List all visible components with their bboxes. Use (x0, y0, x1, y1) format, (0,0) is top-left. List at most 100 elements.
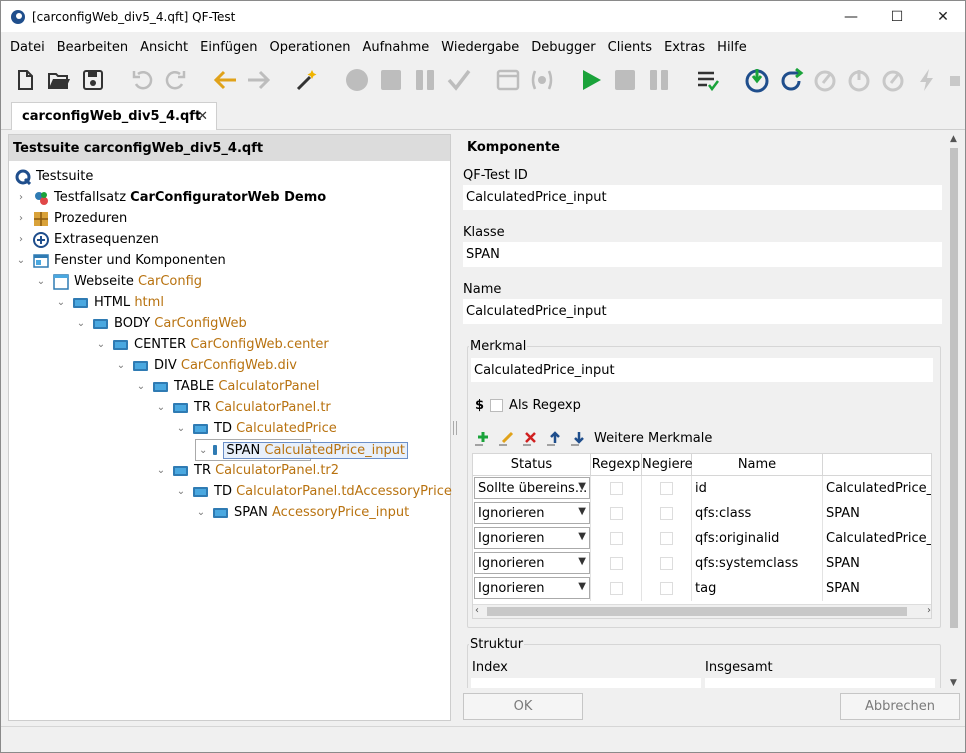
class-field[interactable]: SPAN (463, 242, 942, 267)
negiere-checkbox[interactable] (660, 507, 673, 520)
tree-node-span-selected[interactable]: ⌄ SPAN CalculatedPrice_input (195, 439, 409, 461)
collapse-chevron-icon[interactable]: ⌄ (155, 465, 167, 476)
expand-chevron-icon[interactable]: › (15, 213, 27, 224)
menu-ansicht[interactable]: Ansicht (134, 40, 194, 55)
detail-vertical-scrollbar[interactable]: ▲ ▼ (947, 134, 961, 688)
tree-node-prozeduren[interactable]: › Prozeduren (15, 208, 127, 229)
tree-node-body[interactable]: ⌄ BODY CarConfigWeb (75, 313, 247, 334)
scroll-left-icon[interactable]: ‹ (475, 605, 479, 616)
regex-checkbox[interactable] (490, 399, 504, 412)
col-status[interactable]: Status (473, 454, 591, 476)
tree-node-div[interactable]: ⌄ DIV CarConfigWeb.div (115, 355, 297, 376)
pause-icon[interactable] (646, 67, 672, 93)
negiere-checkbox[interactable] (660, 532, 673, 545)
tree-node-table[interactable]: ⌄ TABLE CalculatorPanel (135, 376, 320, 397)
menu-hilfe[interactable]: Hilfe (711, 40, 753, 55)
pause-record-icon[interactable] (412, 67, 438, 93)
record-icon[interactable] (344, 67, 370, 93)
name-cell[interactable]: qfs:systemclass (692, 551, 823, 576)
name-cell[interactable]: qfs:class (692, 501, 823, 526)
collapse-chevron-icon[interactable]: ⌄ (155, 402, 167, 413)
ok-button[interactable]: OK (463, 693, 583, 720)
forward-arrow-icon[interactable] (246, 67, 272, 93)
scrollbar-thumb[interactable] (487, 607, 907, 616)
tree-node-testfallsatz[interactable]: › Testfallsatz CarConfiguratorWeb Demo (15, 187, 326, 208)
menu-wiedergabe[interactable]: Wiedergabe (435, 40, 525, 55)
value-cell[interactable]: CalculatedPrice_in (823, 476, 931, 501)
scroll-up-icon[interactable]: ▲ (950, 134, 957, 144)
tree-node-td[interactable]: ⌄ TD CalculatedPrice (175, 418, 337, 439)
col-name[interactable]: Name (692, 454, 823, 476)
menu-extras[interactable]: Extras (658, 40, 711, 55)
back-arrow-icon[interactable] (212, 67, 238, 93)
close-button[interactable]: ✕ (920, 1, 966, 32)
step-skip-icon[interactable] (846, 67, 872, 93)
qftest-id-field[interactable]: CalculatedPrice_input (463, 185, 942, 210)
panel-splitter[interactable] (453, 421, 457, 435)
menu-operationen[interactable]: Operationen (264, 40, 357, 55)
tree-node-webseite[interactable]: ⌄ Webseite CarConfig (35, 271, 202, 292)
col-wert[interactable]: W (823, 454, 931, 476)
cancel-button[interactable]: Abbrechen (840, 693, 960, 720)
merkmal-field[interactable]: CalculatedPrice_input (471, 358, 933, 382)
table-row[interactable]: Sollte übereins...▼ id CalculatedPrice_i… (473, 476, 931, 501)
collapse-chevron-icon[interactable]: ⌄ (195, 507, 207, 518)
edit-row-icon[interactable] (498, 430, 516, 446)
regexp-checkbox[interactable] (609, 507, 623, 520)
value-cell[interactable]: SPAN (823, 551, 931, 576)
menu-einfuegen[interactable]: Einfügen (194, 40, 263, 55)
menu-clients[interactable]: Clients (602, 40, 658, 55)
move-up-icon[interactable] (546, 430, 564, 446)
stop-record-icon[interactable] (378, 67, 404, 93)
collapse-chevron-icon[interactable]: ⌄ (199, 445, 207, 456)
lightning-icon[interactable] (914, 67, 940, 93)
negiere-checkbox[interactable] (660, 582, 673, 595)
name-field[interactable]: CalculatedPrice_input (463, 299, 942, 324)
open-folder-icon[interactable] (46, 67, 72, 93)
status-select[interactable]: Sollte übereins... ▼ (474, 477, 590, 499)
collapse-chevron-icon[interactable]: ⌄ (115, 360, 127, 371)
status-select[interactable]: Ignorieren ▼ (474, 577, 590, 599)
add-row-icon[interactable] (474, 430, 492, 446)
debug-list-icon[interactable] (695, 67, 721, 93)
regexp-checkbox[interactable] (609, 582, 623, 595)
regexp-checkbox[interactable] (609, 532, 623, 545)
table-row[interactable]: Ignorieren ▼ qfs:class SPAN (473, 501, 931, 526)
status-select[interactable]: Ignorieren ▼ (474, 502, 590, 524)
collapse-chevron-icon[interactable]: ⌄ (135, 381, 147, 392)
window-icon[interactable] (495, 67, 521, 93)
expand-chevron-icon[interactable]: › (15, 234, 27, 245)
delete-row-icon[interactable] (522, 430, 540, 446)
menu-datei[interactable]: Datei (4, 40, 51, 55)
name-cell[interactable]: id (692, 476, 823, 501)
expand-chevron-icon[interactable]: › (15, 192, 27, 203)
new-file-icon[interactable] (12, 67, 38, 93)
status-select[interactable]: Ignorieren ▼ (474, 527, 590, 549)
name-cell[interactable]: qfs:originalid (692, 526, 823, 551)
magic-wand-icon[interactable] (294, 67, 320, 93)
collapse-chevron-icon[interactable]: ⌄ (55, 297, 67, 308)
insgesamt-field[interactable] (705, 678, 935, 688)
index-field[interactable] (471, 678, 701, 688)
step-in-icon[interactable] (744, 67, 770, 93)
value-cell[interactable]: SPAN (823, 576, 931, 601)
collapse-chevron-icon[interactable]: ⌄ (75, 318, 87, 329)
tree-node-fenster[interactable]: ⌄ Fenster und Komponenten (15, 250, 226, 271)
step-over-icon[interactable] (778, 67, 804, 93)
menu-debugger[interactable]: Debugger (525, 40, 601, 55)
tree-node-extrasequenzen[interactable]: › Extrasequenzen (15, 229, 159, 250)
scrollbar-thumb[interactable] (950, 148, 958, 628)
play-icon[interactable] (578, 67, 604, 93)
value-cell[interactable]: SPAN (823, 501, 931, 526)
move-down-icon[interactable] (570, 430, 588, 446)
tree-node-span-accessory[interactable]: ⌄ SPAN AccessoryPrice_input (195, 502, 409, 523)
tree-node-td-accessory[interactable]: ⌄ TD CalculatorPanel.tdAccessoryPrice (175, 481, 452, 502)
tree-node-html[interactable]: ⌄ HTML html (55, 292, 164, 313)
tab-close-icon[interactable]: ✕ (197, 109, 208, 124)
collapse-chevron-icon[interactable]: ⌄ (175, 423, 187, 434)
scroll-right-icon[interactable]: › (927, 605, 931, 616)
save-icon[interactable] (80, 67, 106, 93)
procedure-record-icon[interactable] (529, 67, 555, 93)
step-back-icon[interactable] (880, 67, 906, 93)
table-row[interactable]: Ignorieren ▼ tag SPAN (473, 576, 931, 601)
